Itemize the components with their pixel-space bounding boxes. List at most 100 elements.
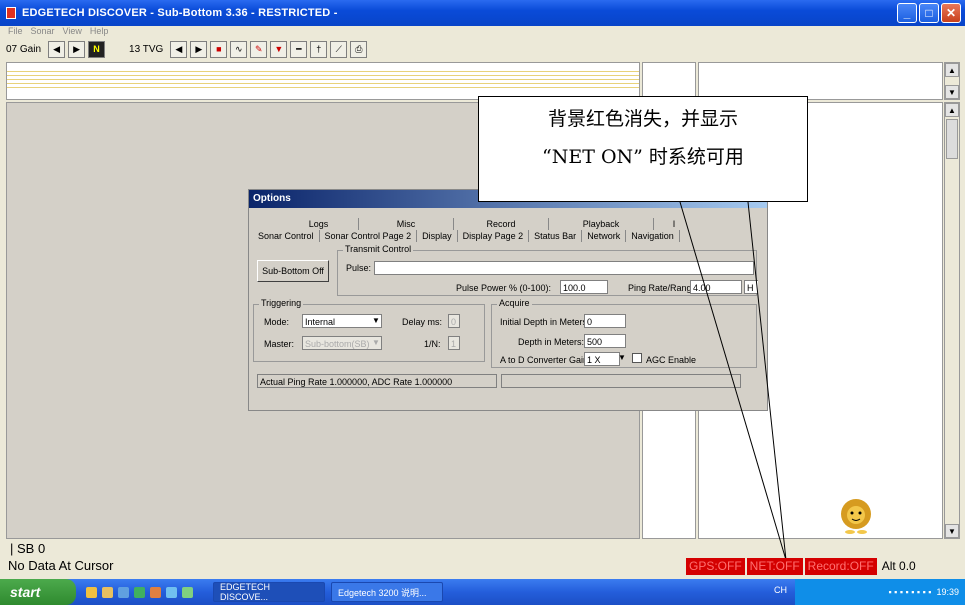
menu-sonar[interactable]: Sonar [31,26,55,38]
menu-help[interactable]: Help [90,26,109,38]
record-icon[interactable]: ■ [210,40,228,58]
waterfall-top-panel [6,62,640,100]
side-panel-top [642,62,696,100]
quick-launch-icon[interactable] [86,586,97,598]
triggering-label: Triggering [259,298,304,308]
tab-sonar-control-2[interactable]: Sonar Control Page 2 [320,230,418,242]
tab-sonar-control[interactable]: Sonar Control [253,230,320,242]
alt-status: Alt 0.0 [881,559,916,573]
adc-gain-select[interactable]: 1 X [584,352,620,366]
transmit-control-group: Transmit Control Pulse: Pulse Power % (0… [337,244,758,296]
gain-down-button[interactable]: ◀ [48,40,66,58]
minimize-button[interactable]: _ [897,3,917,23]
clock: 19:39 [936,587,959,597]
print-icon[interactable]: ⎙ [350,40,368,58]
cursor-icon[interactable]: † [310,40,328,58]
pulse-power-input[interactable]: 100.0 [560,280,608,294]
menu-bar: File Sonar View Help [0,26,965,38]
tab-misc[interactable]: Misc [359,218,454,230]
main-scrollbar[interactable]: ▲ ▼ [944,102,960,539]
tray-icons[interactable]: ▪ ▪ ▪ ▪ ▪ ▪ ▪ ▪ [888,587,931,597]
gain-up-button[interactable]: ▶ [68,40,86,58]
sb-indicator: | SB 0 [10,541,46,556]
one-n-input[interactable]: 1 [448,336,460,350]
adc-gain-label: A to D Converter Gain [500,355,589,365]
lion-mascot-icon [841,499,871,534]
status-field-2 [501,374,741,388]
top-scrollbar[interactable]: ▲ ▼ [944,62,960,100]
maximize-button[interactable]: □ [919,3,939,23]
chevron-down-icon[interactable]: ▼ [372,316,380,325]
tab-display-2[interactable]: Display Page 2 [458,230,530,242]
scroll-down-icon[interactable]: ▼ [945,85,959,99]
edit-icon[interactable]: ✎ [250,40,268,58]
tab-network[interactable]: Network [582,230,627,242]
ping-rate-input[interactable]: 4.00 [690,280,742,294]
quick-launch-icon[interactable] [134,586,145,598]
task-edgetech-discover[interactable]: EDGETECH DISCOVE... [213,582,325,602]
acquire-label: Acquire [497,298,532,308]
folder-icon[interactable] [102,586,113,598]
normalize-icon[interactable]: N [88,40,106,58]
chevron-down-icon[interactable]: ▼ [372,338,380,347]
pulse-power-label: Pulse Power % (0-100): [456,283,552,293]
one-n-label: 1/N: [424,339,441,349]
gain-label: 07 Gain [6,43,42,55]
master-select[interactable]: Sub-bottom(SB) [302,336,382,350]
tvg-up-button[interactable]: ▶ [190,40,208,58]
tab-record[interactable]: Record [454,218,549,230]
window-title: EDGETECH DISCOVER - Sub-Bottom 3.36 - RE… [22,7,338,19]
pulse-field[interactable] [374,261,754,275]
status-field: Actual Ping Rate 1.000000, ADC Rate 1.00… [257,374,497,388]
language-indicator[interactable]: CH [774,585,787,595]
pulse-icon[interactable]: ∿ [230,40,248,58]
agc-label: AGC Enable [646,355,697,365]
mode-label: Mode: [264,317,290,327]
cursor-readout: No Data At Cursor [8,558,114,573]
delay-input[interactable]: 0 [448,314,460,328]
tab-display[interactable]: Display [417,230,458,242]
mode-select[interactable]: Internal [302,314,382,328]
menu-file[interactable]: File [8,26,23,38]
task-edgetech-doc[interactable]: Edgetech 3200 说明... [331,582,443,602]
scroll-down-icon[interactable]: ▼ [945,524,959,538]
marker-icon[interactable]: ▼ [270,40,288,58]
scroll-up-icon[interactable]: ▲ [945,103,959,117]
agc-checkbox[interactable] [632,353,642,363]
tab-i[interactable]: I [654,218,694,230]
sub-bottom-off-button[interactable]: Sub-Bottom Off [257,260,329,282]
menu-view[interactable]: View [63,26,82,38]
scroll-up-icon[interactable]: ▲ [945,63,959,77]
start-button[interactable]: start [0,579,76,605]
initial-depth-label: Initial Depth in Meters: [500,317,590,327]
tab-playback[interactable]: Playback [549,218,654,230]
tab-navigation[interactable]: Navigation [626,230,680,242]
master-label: Master: [264,339,295,349]
quick-launch-icon[interactable] [182,586,193,598]
options-dialog: Options Logs Misc Record Playback I Sona… [248,189,768,411]
quick-launch [86,586,193,598]
transmit-control-label: Transmit Control [343,244,414,254]
annotation-callout: 背景红色消失，并显示 “NET ON” 时系统可用 [478,96,808,202]
depth-input[interactable]: 500 [584,334,626,348]
range-icon[interactable]: ━ [290,40,308,58]
ping-rate-unit[interactable]: H [744,280,758,294]
delay-label: Delay ms: [402,317,443,327]
measure-icon[interactable]: ⟋ [330,40,348,58]
initial-depth-input[interactable]: 0 [584,314,626,328]
quick-launch-icon[interactable] [166,586,177,598]
toolbar: 07 Gain ◀ ▶ N 13 TVG ◀ ▶ ■ ∿ ✎ ▼ ━ † ⟋ ⎙ [0,38,965,60]
chevron-down-icon[interactable]: ▼ [618,353,626,362]
quick-launch-icon[interactable] [118,586,129,598]
tvg-down-button[interactable]: ◀ [170,40,188,58]
pulse-label: Pulse: [346,263,372,273]
tvg-label: 13 TVG [129,43,164,55]
tab-logs[interactable]: Logs [279,218,359,230]
ping-rate-label: Ping Rate/Range: [628,283,700,293]
scroll-thumb[interactable] [946,119,958,159]
quick-launch-icon[interactable] [150,586,161,598]
close-button[interactable]: ✕ [941,3,961,23]
tab-status-bar[interactable]: Status Bar [529,230,583,242]
net-status: NET:OFF [746,558,803,575]
callout-line-2: “NET ON” 时系统可用 [542,146,744,168]
